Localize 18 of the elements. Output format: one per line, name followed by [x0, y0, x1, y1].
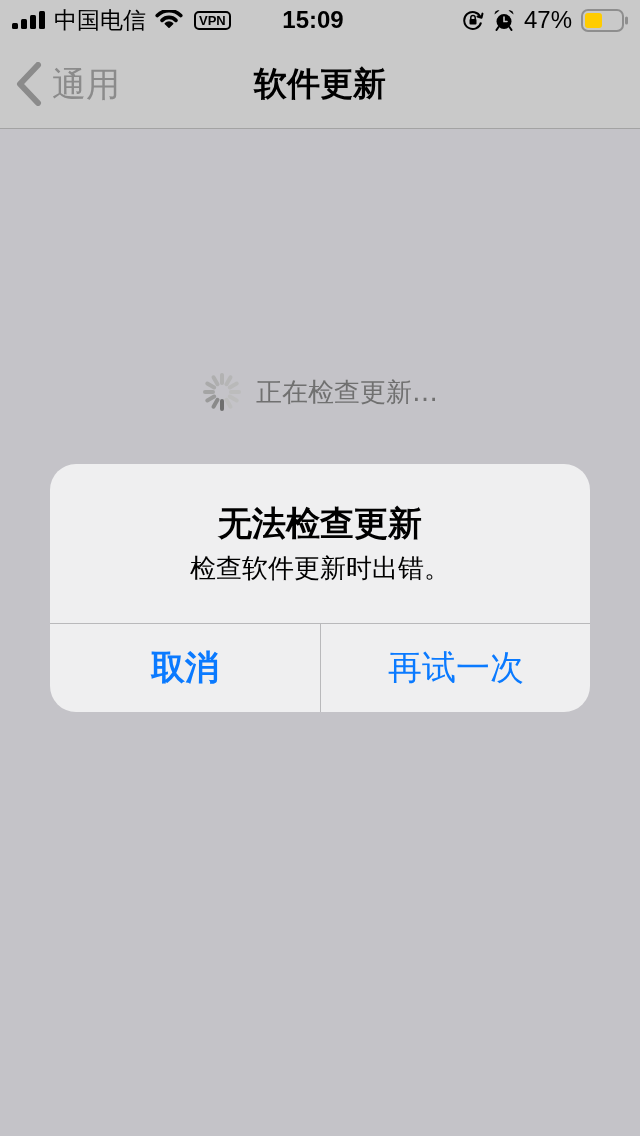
battery-icon: [581, 8, 628, 32]
alert-message: 检查软件更新时出错。: [190, 552, 450, 585]
chevron-left-icon: [16, 62, 42, 106]
retry-button[interactable]: 再试一次: [320, 624, 590, 712]
alert-title: 无法检查更新: [218, 502, 422, 544]
battery-percent: 47%: [523, 6, 572, 34]
status-time: 15:09: [282, 6, 344, 34]
back-button[interactable]: 通用: [0, 62, 124, 106]
wifi-icon: [155, 10, 183, 30]
vpn-indicator: VPN: [194, 10, 231, 30]
carrier-name: 中国电信: [54, 6, 146, 34]
loading-text: 正在检查更新…: [256, 376, 438, 409]
spinner-icon: [202, 372, 242, 412]
rotation-lock-icon: [461, 9, 484, 31]
cancel-button[interactable]: 取消: [50, 624, 320, 712]
signal-icon: [12, 11, 45, 29]
alarm-icon: [492, 9, 515, 31]
nav-title: 软件更新: [254, 63, 386, 105]
